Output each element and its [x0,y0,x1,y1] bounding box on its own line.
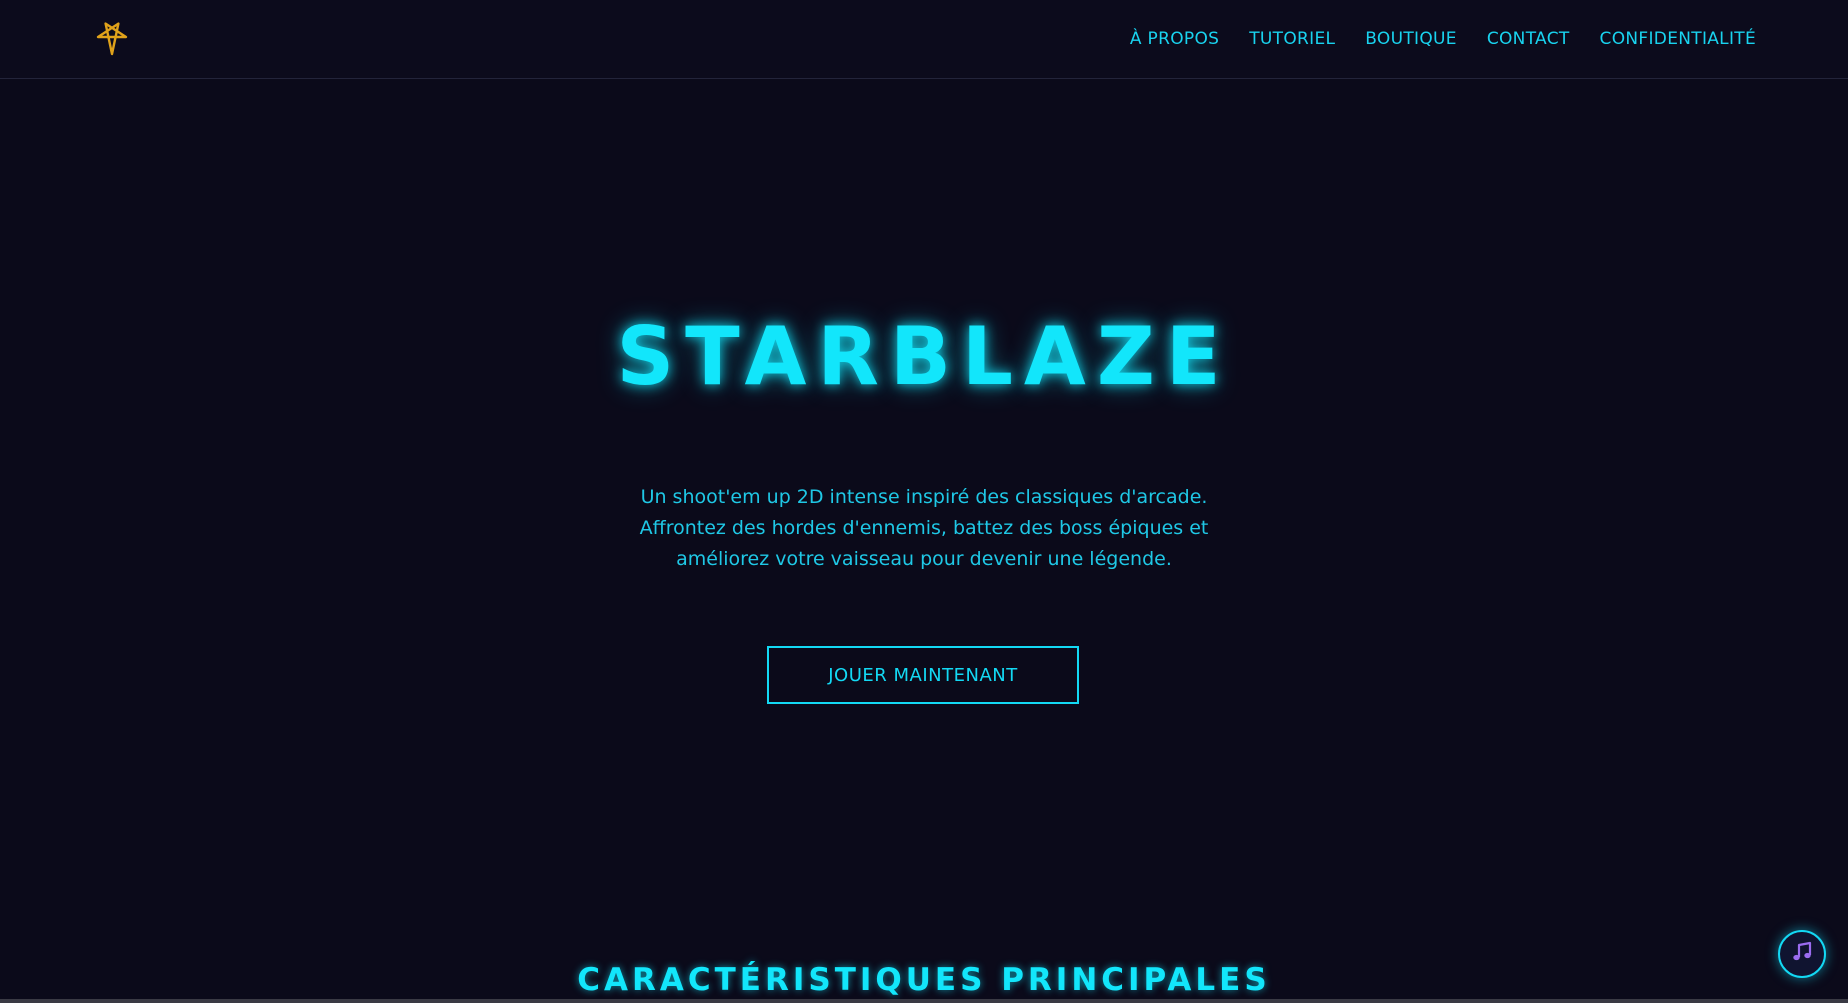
page: À PROPOS TUTORIEL BOUTIQUE CONTACT CONFI… [0,0,1848,1003]
pentagram-star-icon[interactable] [93,18,131,56]
play-now-button[interactable]: JOUER MAINTENANT [767,646,1079,704]
nav-link-a-propos[interactable]: À PROPOS [1130,29,1219,49]
nav-link-contact[interactable]: CONTACT [1487,29,1570,49]
hero-title: STARBLAZE [616,310,1232,403]
window-bottom-edge [0,999,1848,1003]
nav-link-tutoriel[interactable]: TUTORIEL [1249,29,1335,49]
music-note-icon [1790,940,1814,968]
nav-link-boutique[interactable]: BOUTIQUE [1365,29,1457,49]
main-nav: À PROPOS TUTORIEL BOUTIQUE CONTACT CONFI… [1130,0,1756,78]
music-toggle-button[interactable] [1778,930,1826,978]
hero-description: Un shoot'em up 2D intense inspiré des cl… [639,486,1209,570]
top-navbar: À PROPOS TUTORIEL BOUTIQUE CONTACT CONFI… [0,0,1848,79]
nav-link-confidentialite[interactable]: CONFIDENTIALITÉ [1600,29,1756,49]
features-section-title: CARACTÉRISTIQUES PRINCIPALES [577,962,1271,998]
